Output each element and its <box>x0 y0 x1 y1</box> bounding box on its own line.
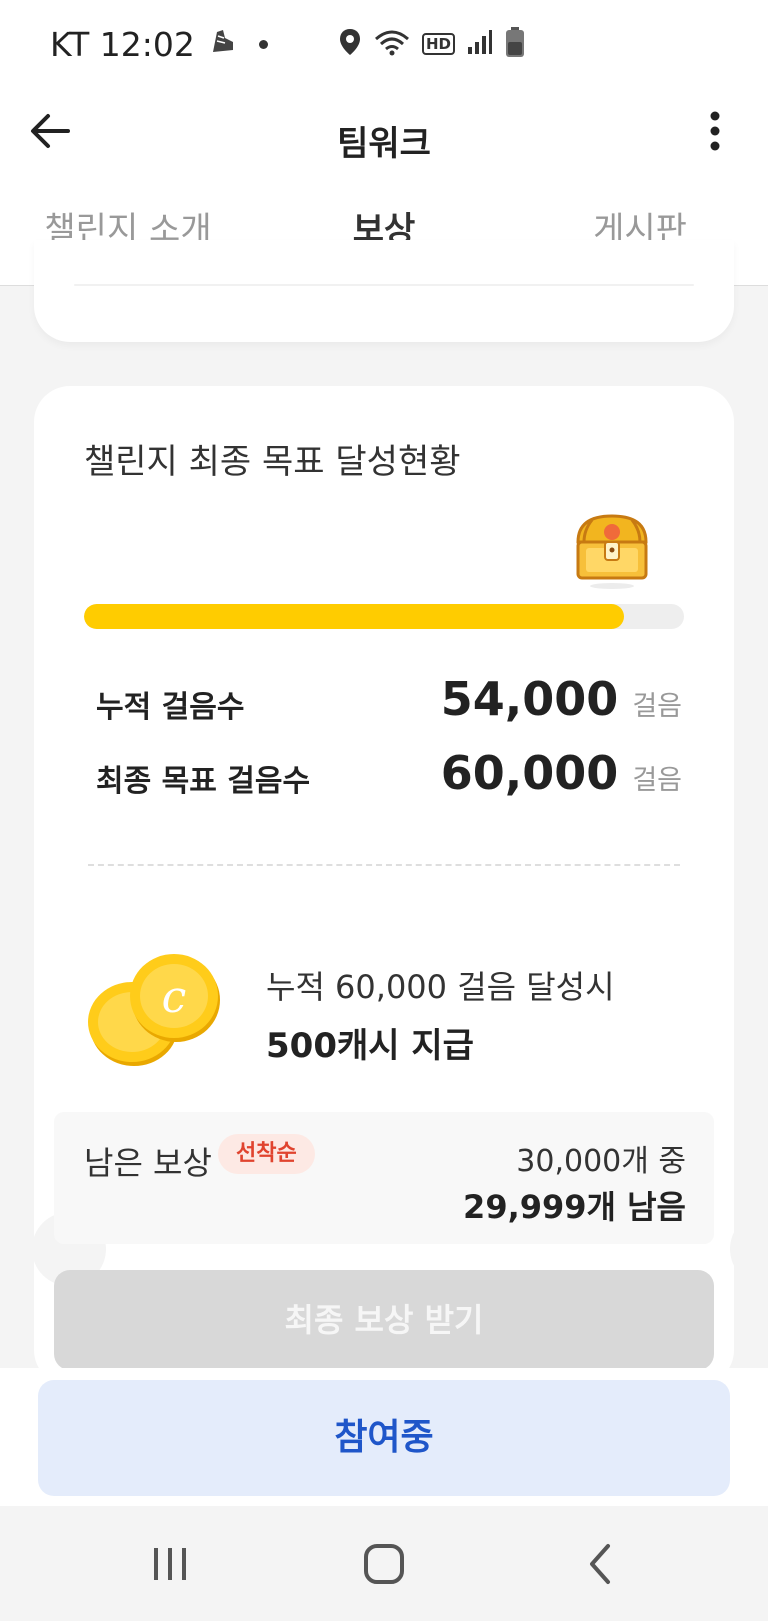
divider <box>74 284 694 286</box>
more-vertical-icon <box>710 111 720 151</box>
recent-apps-button[interactable] <box>140 1536 200 1592</box>
ticket-notch-right <box>730 1212 768 1286</box>
more-options-button[interactable] <box>700 102 730 160</box>
accumulated-steps-row: 누적 걸음수 54,000 걸음 <box>96 672 682 732</box>
coins-icon: c <box>84 944 224 1074</box>
app-bar: 팀워크 <box>0 88 768 184</box>
dashed-divider <box>88 864 680 866</box>
stat-unit: 걸음 <box>632 691 682 722</box>
first-come-badge: 선착순 <box>218 1134 315 1174</box>
status-bar: KT 12:02 HD <box>0 0 768 88</box>
reward-condition: 누적 60,000 걸음 달성시 <box>266 968 615 1006</box>
chevron-left-icon <box>590 1544 610 1584</box>
status-right: HD <box>338 24 525 64</box>
home-icon <box>364 1544 404 1584</box>
goal-card: 챌린지 최종 목표 달성현황 누적 걸음수 54,000 걸음 최종 목표 걸음… <box>32 386 768 1386</box>
remaining-rewards-box: 남은 보상 선착순 30,000개 중 29,999개 남음 <box>54 1112 714 1244</box>
remaining-label: 남은 보상 <box>84 1144 212 1182</box>
recent-apps-icon <box>154 1548 186 1580</box>
stat-value: 54,000 <box>440 672 619 726</box>
battery-icon <box>505 26 525 62</box>
signal-icon <box>467 29 493 59</box>
hd-badge: HD <box>422 33 456 55</box>
system-nav-bar <box>0 1506 768 1621</box>
stat-value: 60,000 <box>440 746 619 800</box>
carrier-time: KT 12:02 <box>50 24 195 64</box>
target-steps-row: 최종 목표 걸음수 60,000 걸음 <box>96 746 682 806</box>
goal-progress-fill <box>84 604 624 629</box>
wifi-icon <box>374 27 410 61</box>
location-icon <box>338 27 362 61</box>
stat-label: 누적 걸음수 <box>96 690 245 725</box>
claim-final-reward-button[interactable]: 최종 보상 받기 <box>54 1270 714 1370</box>
system-back-button[interactable] <box>570 1536 630 1592</box>
bottom-action-area: 참여중 <box>0 1368 768 1506</box>
page-title: 팀워크 <box>337 124 431 164</box>
status-left: KT 12:02 <box>50 22 268 66</box>
shoe-icon <box>209 26 237 63</box>
dot-icon <box>258 39 268 49</box>
remaining-count: 29,999개 남음 <box>463 1188 686 1226</box>
svg-text:c: c <box>162 972 187 1023</box>
remaining-total: 30,000개 중 <box>516 1144 686 1179</box>
reward-amount: 500캐시 지급 <box>266 1026 474 1066</box>
stat-unit: 걸음 <box>632 765 682 796</box>
goal-progress-bar <box>84 604 684 629</box>
participating-button[interactable]: 참여중 <box>38 1380 730 1496</box>
home-button[interactable] <box>354 1536 414 1592</box>
stat-label: 최종 목표 걸음수 <box>96 764 311 799</box>
card-title: 챌린지 최종 목표 달성현황 <box>84 442 461 482</box>
treasure-chest-icon <box>570 508 654 592</box>
previous-card <box>34 240 734 342</box>
